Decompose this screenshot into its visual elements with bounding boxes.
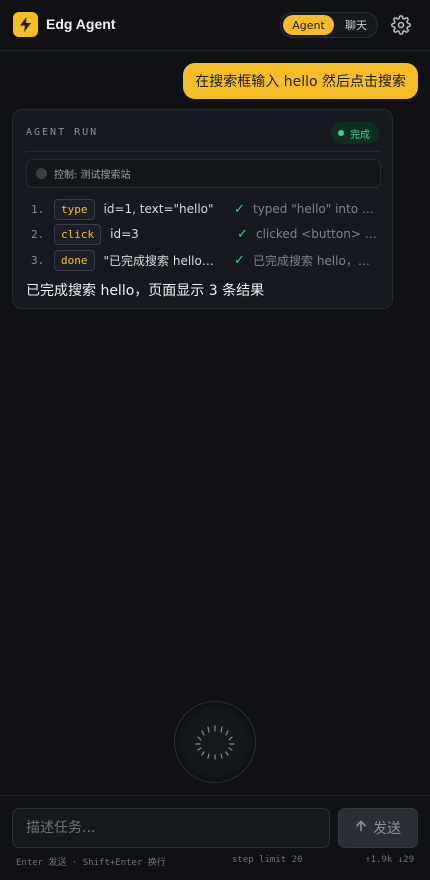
user-message-bubble: 在搜索框输入 hello 然后点击搜索 [183, 63, 418, 99]
step-args: id=3 [110, 227, 139, 241]
send-button[interactable]: 发送 [338, 808, 418, 848]
check-icon: ✓ [237, 226, 248, 242]
voice-orb-button[interactable] [174, 701, 256, 783]
step-row: 3. done "已完成搜索 hello，… ✓ 已完成搜索 hello，… [31, 249, 381, 271]
card-divider [25, 151, 380, 152]
step-row: 1. type id=1, text="hello" ✓ typed "hell… [31, 198, 381, 220]
step-number: 1. [31, 202, 45, 216]
agent-run-card: AGENT RUN 完成 控制: 测试搜索站 1. type id=1, tex… [12, 109, 393, 309]
keyboard-hint: Enter 发送 · Shift+Enter 换行 [16, 858, 166, 868]
step-result: 已完成搜索 hello，… [253, 253, 370, 268]
check-icon: ✓ [234, 201, 245, 217]
step-number: 2. [31, 227, 45, 241]
step-limit: step limit 20 [232, 855, 303, 865]
step-tool-tag: click [54, 223, 102, 245]
arrow-up-icon [355, 820, 367, 836]
check-icon: ✓ [234, 252, 245, 268]
app-title: Edg Agent [46, 16, 116, 32]
run-title: AGENT RUN [26, 127, 99, 138]
voice-waveform-icon [195, 725, 235, 760]
lightning-bolt-icon [13, 12, 38, 37]
step-result: typed "hello" into <i… [253, 202, 381, 216]
app-header: Edg Agent Agent 聊天 [0, 0, 430, 51]
status-dot-icon [338, 130, 344, 136]
status-badge: 完成 [331, 122, 379, 144]
control-label: 控制: 测试搜索站 [54, 170, 131, 181]
control-target: 控制: 测试搜索站 [26, 159, 381, 188]
step-args: "已完成搜索 hello，… [103, 253, 226, 268]
step-tool-tag: done [54, 249, 95, 271]
mode-chat-button[interactable]: 聊天 [336, 15, 376, 35]
task-input[interactable] [12, 808, 330, 848]
composer: 发送 Enter 发送 · Shift+Enter 换行 step limit … [0, 795, 430, 880]
step-result: clicked <button> "… [256, 227, 381, 241]
mode-toggle: Agent 聊天 [280, 12, 378, 38]
step-args: id=1, text="hello" [103, 202, 214, 216]
final-answer: 已完成搜索 hello，页面显示 3 条结果 [26, 283, 265, 299]
settings-button[interactable] [389, 13, 413, 37]
control-indicator-icon [36, 168, 47, 179]
step-row: 2. click id=3 ✓ clicked <button> "… [31, 223, 381, 245]
send-label: 发送 [373, 821, 401, 837]
step-number: 3. [31, 253, 45, 267]
gear-icon [391, 15, 411, 35]
mode-agent-button[interactable]: Agent [283, 15, 334, 35]
step-tool-tag: type [54, 198, 95, 220]
status-label: 完成 [350, 129, 370, 141]
token-count: ↑1.9k ↓29 [365, 855, 414, 865]
